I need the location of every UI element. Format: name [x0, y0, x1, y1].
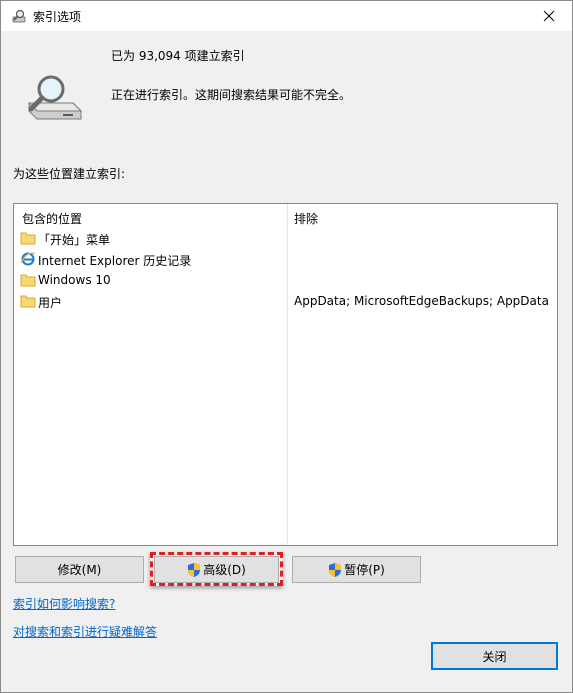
list-item[interactable]: Internet Explorer 历史记录 — [14, 249, 557, 270]
modify-button[interactable]: 修改(M) — [15, 556, 144, 583]
troubleshoot-link[interactable]: 对搜索和索引进行疑难解答 — [13, 623, 157, 640]
list-item[interactable]: 用户 AppData; MicrosoftEdgeBackups; AppDat… — [14, 291, 557, 312]
indexing-options-icon — [12, 9, 26, 23]
close-button-label: 关闭 — [482, 649, 507, 664]
search-effect-link[interactable]: 索引如何影响搜索? — [13, 595, 115, 612]
pause-button[interactable]: 暂停(P) — [292, 556, 421, 583]
pause-button-label: 暂停(P) — [344, 563, 385, 577]
column-header-location[interactable]: 包含的位置 — [22, 210, 82, 227]
list-item[interactable]: Windows 10 — [14, 270, 557, 291]
indexing-status: 正在进行索引。这期间搜索结果可能不完全。 — [111, 88, 352, 102]
index-locations-label: 为这些位置建立索引: — [13, 167, 126, 181]
uac-shield-icon — [329, 562, 342, 577]
close-button[interactable]: 关闭 — [431, 642, 558, 670]
uac-shield-icon — [188, 562, 201, 577]
location-name: 用户 — [38, 296, 63, 310]
indexed-locations-list[interactable]: 包含的位置 排除 「开始」菜单 Internet Explorer 历史记录 W… — [13, 203, 558, 546]
folder-icon — [20, 232, 36, 245]
location-name: Windows 10 — [38, 273, 111, 287]
folder-icon — [20, 295, 36, 308]
list-item[interactable]: 「开始」菜单 — [14, 228, 557, 249]
indexing-magnifier-drive-icon — [27, 75, 83, 120]
location-name: 「开始」菜单 — [38, 233, 111, 247]
modify-button-label: 修改(M) — [57, 563, 102, 577]
internet-explorer-icon — [20, 252, 36, 266]
advanced-button-label: 高级(D) — [203, 563, 246, 577]
title-bar: 索引选项 — [1, 1, 572, 31]
advanced-button[interactable]: 高级(D) — [154, 556, 279, 583]
column-header-exclude[interactable]: 排除 — [294, 210, 318, 227]
folder-icon — [20, 274, 36, 287]
close-window-button[interactable] — [526, 1, 572, 31]
close-icon — [543, 10, 555, 22]
location-exclude: AppData; MicrosoftEdgeBackups; AppData — [294, 294, 549, 308]
indexed-items-count: 已为 93,094 项建立索引 — [111, 49, 245, 63]
indexing-options-window: 索引选项 已为 93,094 项建立索引 正在进行索引。这期间搜索结果可能不完全… — [0, 0, 573, 693]
window-title: 索引选项 — [33, 10, 82, 24]
location-name: Internet Explorer 历史记录 — [38, 254, 192, 268]
